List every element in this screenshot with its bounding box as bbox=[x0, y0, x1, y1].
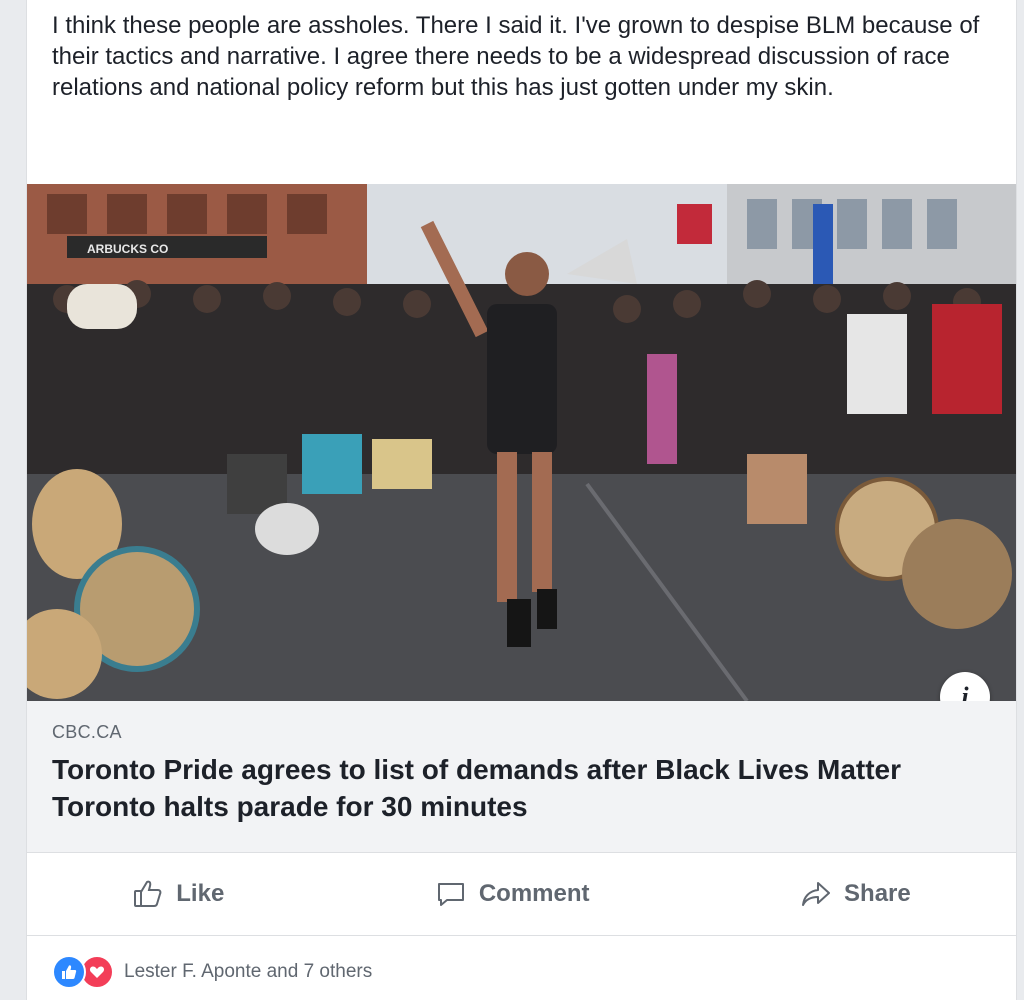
reactors-text[interactable]: Lester F. Aponte and 7 others bbox=[124, 961, 372, 983]
storefront-sign: ARBUCKS CO bbox=[87, 242, 168, 256]
info-icon: i bbox=[961, 682, 969, 701]
comment-button[interactable]: Comment bbox=[415, 870, 610, 918]
link-card-meta[interactable]: CBC.CA Toronto Pride agrees to list of d… bbox=[27, 701, 1016, 852]
link-source-domain: CBC.CA bbox=[52, 722, 122, 742]
speech-bubble-icon bbox=[435, 878, 467, 910]
thumbs-up-icon bbox=[132, 878, 164, 910]
post-action-bar: Like Comment Share bbox=[27, 853, 1016, 936]
comment-label: Comment bbox=[478, 880, 590, 907]
facebook-post: I think these people are assholes. There… bbox=[26, 0, 1017, 1000]
like-reaction-icon bbox=[52, 955, 86, 989]
article-photo[interactable]: ARBUCKS CO i bbox=[27, 184, 1016, 701]
share-arrow-icon bbox=[800, 878, 832, 910]
reactions-summary[interactable]: Lester F. Aponte and 7 others bbox=[52, 955, 372, 989]
share-label: Share bbox=[844, 880, 911, 907]
like-button[interactable]: Like bbox=[112, 870, 244, 918]
like-label: Like bbox=[176, 880, 225, 907]
link-preview-card[interactable]: ARBUCKS CO i CBC.CA Toronto Pride agrees… bbox=[27, 184, 1016, 853]
protest-photo-illustration: ARBUCKS CO bbox=[27, 184, 1016, 701]
post-text: I think these people are assholes. There… bbox=[52, 12, 980, 101]
link-headline[interactable]: Toronto Pride agrees to list of demands … bbox=[52, 751, 982, 825]
share-button[interactable]: Share bbox=[780, 870, 931, 918]
